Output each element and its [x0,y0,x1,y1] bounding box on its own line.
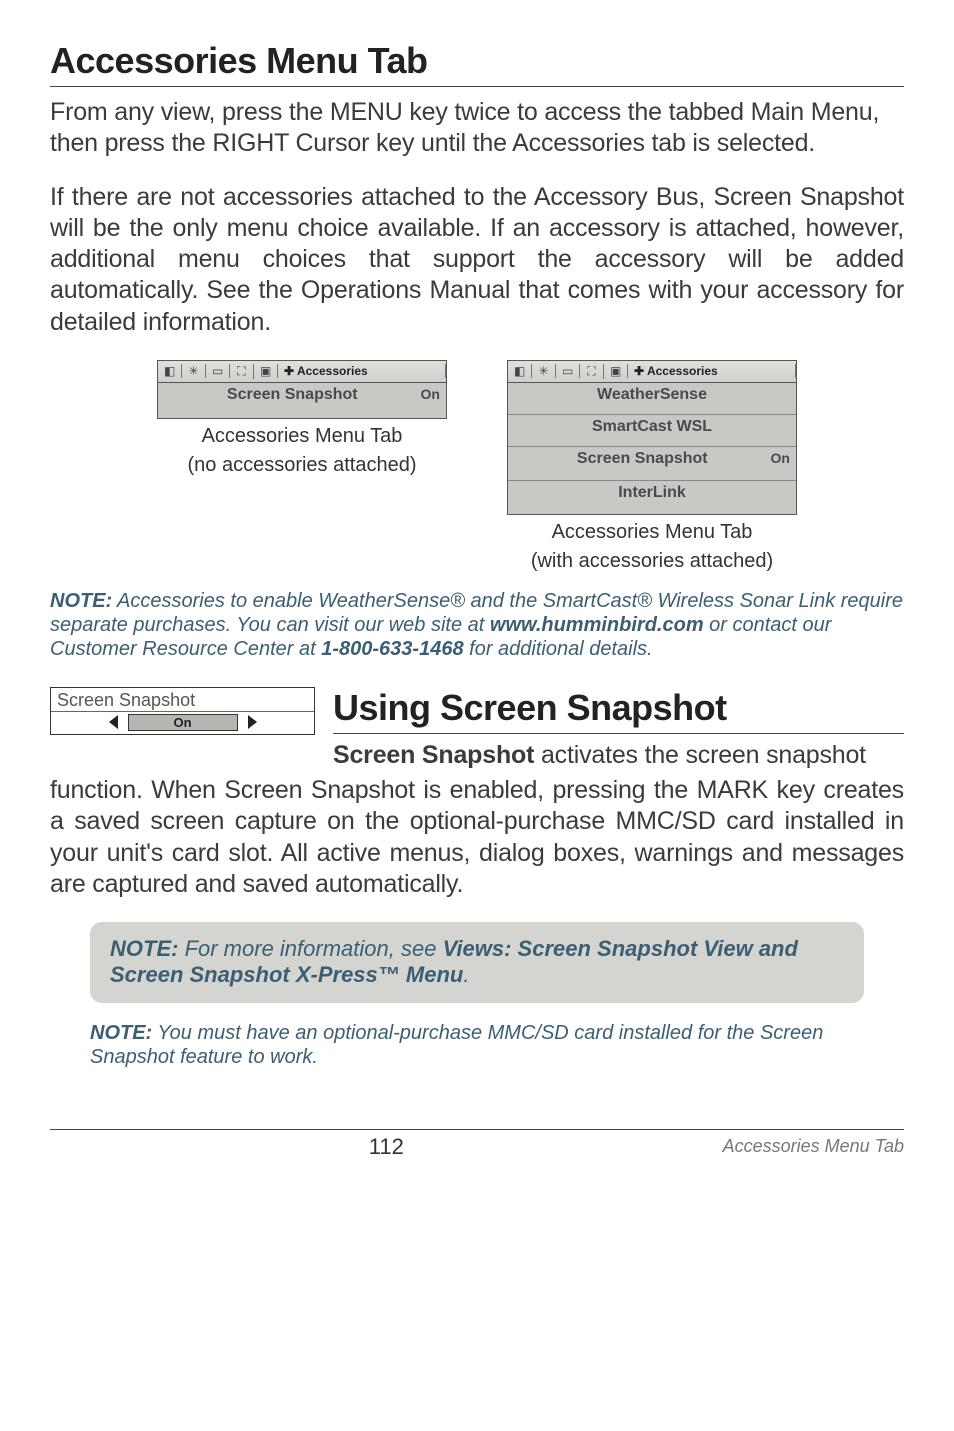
screen-snapshot-row: Screen Snapshot On Using Screen Snapshot… [50,687,904,771]
note-keyword: www.humminbird.com [490,614,704,636]
menu-row-screen-snapshot: Screen Snapshot On [158,383,446,418]
tab-icon: ✳ [532,364,556,378]
callout-text: . [463,962,469,987]
caption-line-2: (no accessories attached) [157,454,447,477]
accessories-menu-full: ◧ ✳ ▭ ⛶ ▣ ✚ Accessories WeatherSense Sma… [507,360,797,515]
menu-row-interlink: InterLink [508,481,796,514]
tab-icon: ▣ [604,364,628,378]
widget-value: On [128,714,238,731]
section2-lead-rest: activates the screen snapshot [534,741,866,769]
arrow-right-icon [248,715,257,729]
section2-header-block: Using Screen Snapshot Screen Snapshot ac… [333,687,904,771]
page-footer: 112 Accessories Menu Tab [50,1129,904,1160]
note-accessories: NOTE: Accessories to enable WeatherSense… [50,589,904,661]
screenshot-left-col: ◧ ✳ ▭ ⛶ ▣ ✚ Accessories Screen Snapshot … [157,360,447,573]
tab-accessories-label: Accessories [647,364,718,378]
menu-row-smartcast: SmartCast WSL [508,415,796,447]
tab-accessories-label: Accessories [297,364,368,378]
callout-text: For more information, see [178,936,442,961]
tab-icon: ⛶ [580,364,604,379]
menu-tabs: ◧ ✳ ▭ ⛶ ▣ ✚ Accessories [508,361,796,383]
section2-rule [333,733,904,734]
note-text: You must have an optional-purchase MMC/S… [90,1022,823,1068]
tab-icon: ▭ [556,364,580,378]
screenshot-right-col: ◧ ✳ ▭ ⛶ ▣ ✚ Accessories WeatherSense Sma… [507,360,797,573]
menu-tabs: ◧ ✳ ▭ ⛶ ▣ ✚ Accessories [158,361,446,383]
footer-title: Accessories Menu Tab [723,1136,904,1157]
menu-row-label: SmartCast WSL [592,418,712,435]
tab-accessories: ✚ Accessories [628,364,796,378]
callout-views: NOTE: For more information, see Views: S… [90,922,864,1003]
note-lead: NOTE: [50,590,112,612]
note-keyword: 1-800-633-1468 [321,638,463,660]
caption-line-1: Accessories Menu Tab [157,425,447,448]
menu-row-weathersense: WeatherSense [508,383,796,415]
caption-line-2: (with accessories attached) [507,550,797,573]
tab-accessories: ✚ Accessories [278,364,446,378]
menu-row-label: Screen Snapshot [227,386,358,403]
tab-icon: ✳ [182,364,206,378]
arrow-left-icon [109,715,118,729]
tab-icon: ◧ [158,364,182,378]
menu-row-screen-snapshot: Screen Snapshot On [508,447,796,481]
menu-row-value: On [421,386,440,402]
note-mmc-sd: NOTE: You must have an optional-purchase… [90,1021,864,1069]
menu-row-label: Screen Snapshot [577,450,708,467]
section2-body: function. When Screen Snapshot is enable… [50,775,904,900]
caption-line-1: Accessories Menu Tab [507,521,797,544]
screenshot-row: ◧ ✳ ▭ ⛶ ▣ ✚ Accessories Screen Snapshot … [50,360,904,573]
note-text: for additional details. [464,638,653,660]
page: Accessories Menu Tab From any view, pres… [0,0,954,1190]
tab-icon: ◧ [508,364,532,378]
note-lead: NOTE: [90,1022,152,1044]
section-title: Accessories Menu Tab [50,40,904,82]
section2-title: Using Screen Snapshot [333,687,904,729]
accessories-menu-empty: ◧ ✳ ▭ ⛶ ▣ ✚ Accessories Screen Snapshot … [157,360,447,419]
menu-row-value: On [771,450,790,466]
tab-icon: ⛶ [230,364,254,379]
callout-lead: NOTE: [110,936,178,961]
widget-slider: On [51,711,314,734]
menu-row-label: InterLink [618,484,686,501]
tab-icon: ▣ [254,364,278,378]
section2-lead-line: Screen Snapshot activates the screen sna… [333,740,904,771]
intro-paragraph-2: If there are not accessories attached to… [50,182,904,338]
page-number: 112 [50,1134,723,1160]
menu-row-label: WeatherSense [597,386,707,403]
section2-lead: Screen Snapshot [333,741,534,769]
tab-icon: ▭ [206,364,230,378]
intro-paragraph-1: From any view, press the MENU key twice … [50,97,904,160]
screen-snapshot-widget: Screen Snapshot On [50,687,315,735]
widget-title: Screen Snapshot [51,688,314,711]
section-rule [50,86,904,87]
